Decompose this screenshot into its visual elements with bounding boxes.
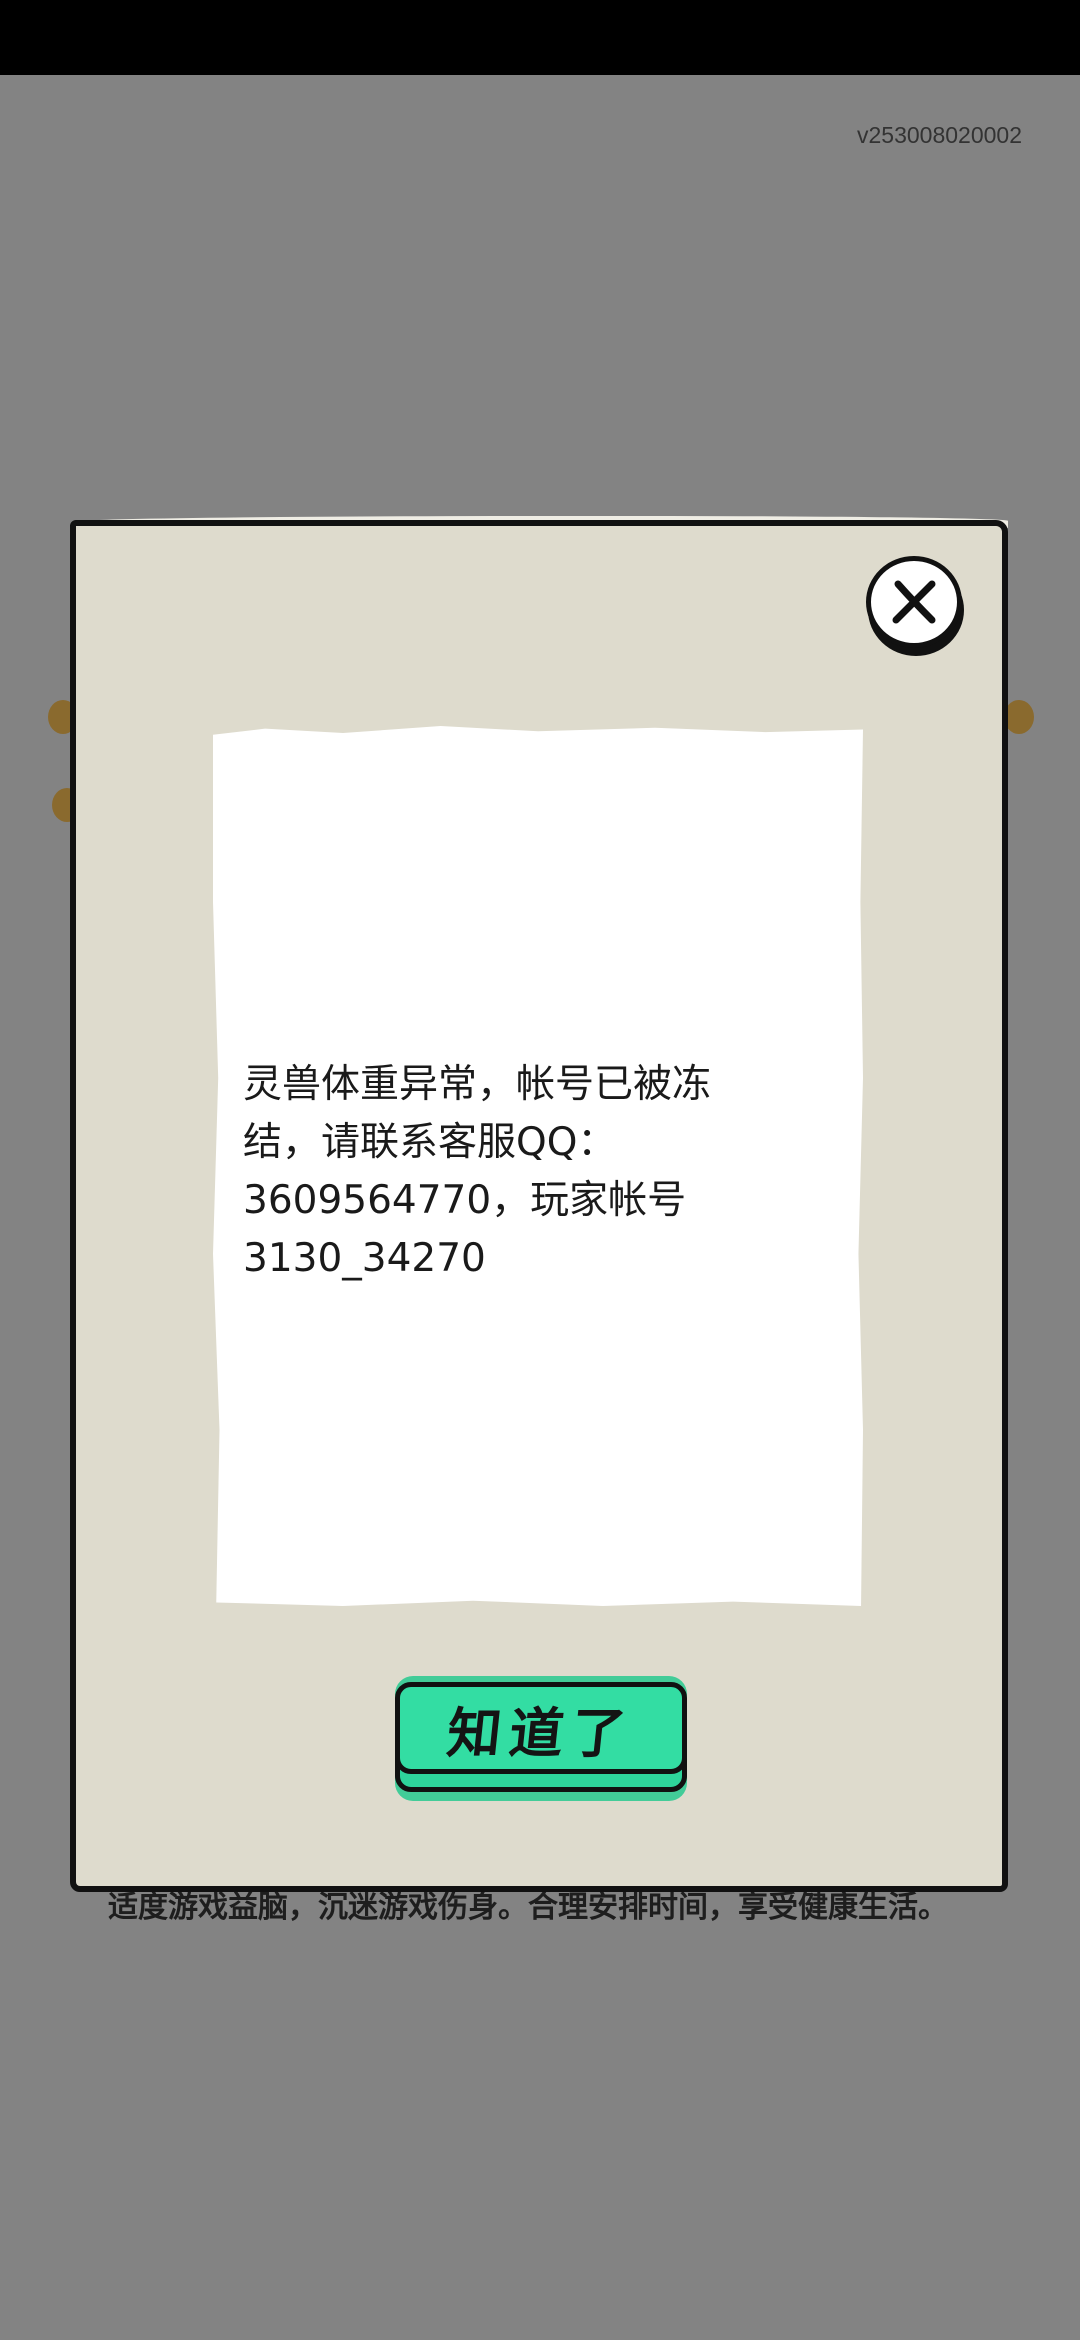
dialog-message: 灵兽体重异常，帐号已被冻 结，请联系客服QQ： 3609564770，玩家帐号 …: [243, 1062, 712, 1281]
confirm-button-label: 知道了: [444, 1700, 637, 1765]
close-icon[interactable]: [866, 556, 962, 648]
background-ornament-right: [1004, 700, 1034, 734]
version-label: v253008020002: [857, 122, 1022, 148]
status-bar: [0, 0, 1080, 75]
close-button[interactable]: [866, 556, 966, 656]
confirm-button-face[interactable]: 知道了: [395, 1682, 687, 1774]
health-notice-text: 适度游戏益脑，沉迷游戏伤身。合理安排时间，享受健康生活。: [108, 1890, 948, 1925]
message-panel: 灵兽体重异常，帐号已被冻 结，请联系客服QQ： 3609564770，玩家帐号 …: [213, 726, 863, 1606]
account-frozen-dialog: 灵兽体重异常，帐号已被冻 结，请联系客服QQ： 3609564770，玩家帐号 …: [70, 516, 1008, 1892]
confirm-button[interactable]: 知道了: [391, 1676, 691, 1801]
